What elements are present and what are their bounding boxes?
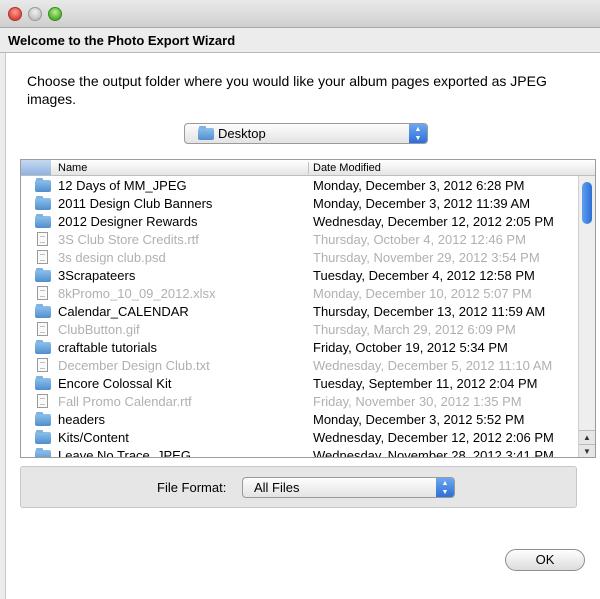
item-date-modified: Thursday, March 29, 2012 6:09 PM	[313, 322, 516, 337]
document-icon	[35, 358, 51, 372]
item-date-modified: Monday, December 3, 2012 11:39 AM	[313, 196, 531, 211]
document-icon	[35, 286, 51, 300]
item-date-modified: Monday, December 10, 2012 5:07 PM	[313, 286, 532, 301]
document-icon	[35, 394, 51, 408]
item-name: 3Scrapateers	[58, 268, 136, 283]
file-row: 8kPromo_10_09_2012.xlsx Monday, December …	[21, 285, 578, 303]
item-name: 2011 Design Club Banners	[58, 196, 213, 211]
window-left-edge	[0, 53, 6, 599]
document-icon	[35, 250, 51, 264]
file-format-panel: File Format: All Files ▲ ▼	[20, 466, 577, 508]
file-row: 3s design club.psd Thursday, November 29,…	[21, 249, 578, 267]
folder-icon	[35, 448, 51, 457]
zoom-window-button[interactable]	[48, 7, 62, 21]
item-date-modified: Thursday, October 4, 2012 12:46 PM	[313, 232, 526, 247]
file-format-label: File Format:	[157, 480, 227, 495]
title-bar	[0, 0, 600, 28]
folder-row[interactable]: Leave No Trace_JPEG Wednesday, November 2…	[21, 447, 578, 457]
location-label: Desktop	[218, 126, 266, 141]
document-icon	[35, 232, 51, 246]
item-date-modified: Friday, November 30, 2012 1:35 PM	[313, 394, 522, 409]
item-date-modified: Monday, December 3, 2012 5:52 PM	[313, 412, 525, 427]
item-date-modified: Tuesday, September 11, 2012 2:04 PM	[313, 376, 538, 391]
vertical-scrollbar[interactable]: ▲ ▼	[578, 176, 595, 457]
scroll-thumb[interactable]	[582, 182, 592, 224]
item-name: headers	[58, 412, 105, 427]
folder-row[interactable]: craftable tutorials Friday, October 19, 2…	[21, 339, 578, 357]
item-date-modified: Monday, December 3, 2012 6:28 PM	[313, 178, 525, 193]
folder-row[interactable]: Encore Colossal Kit Tuesday, September 11…	[21, 375, 578, 393]
name-column-header[interactable]: Name	[58, 160, 87, 176]
file-format-value: All Files	[254, 480, 300, 495]
ok-button[interactable]: OK	[505, 549, 585, 571]
popup-arrows-icon: ▲ ▼	[409, 124, 427, 143]
file-browser[interactable]: Name Date Modified 12 Days of MM_JPEG Mon…	[20, 159, 596, 458]
item-name: Leave No Trace_JPEG	[58, 448, 191, 457]
item-name: 8kPromo_10_09_2012.xlsx	[58, 286, 216, 301]
file-row: ClubButton.gif Thursday, March 29, 2012 6…	[21, 321, 578, 339]
item-name: Fall Promo Calendar.rtf	[58, 394, 192, 409]
scroll-down-arrow-icon[interactable]: ▼	[579, 444, 595, 457]
folder-icon	[35, 178, 51, 192]
folder-icon	[198, 126, 214, 140]
item-name: 3S Club Store Credits.rtf	[58, 232, 199, 247]
item-date-modified: Friday, October 19, 2012 5:34 PM	[313, 340, 508, 355]
file-row: December Design Club.txt Wednesday, Decem…	[21, 357, 578, 375]
popup-arrows-icon: ▲ ▼	[436, 478, 454, 497]
folder-icon	[35, 196, 51, 210]
column-separator	[308, 162, 309, 174]
folder-row[interactable]: Kits/Content Wednesday, December 12, 2012…	[21, 429, 578, 447]
wizard-heading: Welcome to the Photo Export Wizard	[0, 28, 600, 53]
item-date-modified: Thursday, November 29, 2012 3:54 PM	[313, 250, 540, 265]
document-icon	[35, 322, 51, 336]
folder-icon	[35, 376, 51, 390]
folder-icon	[35, 214, 51, 228]
item-name: Encore Colossal Kit	[58, 376, 172, 391]
item-name: 12 Days of MM_JPEG	[58, 178, 187, 193]
file-row: 3S Club Store Credits.rtf Thursday, Octob…	[21, 231, 578, 249]
item-name: ClubButton.gif	[58, 322, 140, 337]
folder-icon	[35, 430, 51, 444]
folder-row[interactable]: Calendar_CALENDAR Thursday, December 13, …	[21, 303, 578, 321]
item-name: craftable tutorials	[58, 340, 157, 355]
column-header: Name Date Modified	[21, 160, 595, 176]
file-row: Fall Promo Calendar.rtf Friday, November …	[21, 393, 578, 411]
folder-icon	[35, 340, 51, 354]
folder-icon	[35, 412, 51, 426]
item-date-modified: Wednesday, December 12, 2012 2:06 PM	[313, 430, 554, 445]
item-name: 3s design club.psd	[58, 250, 166, 265]
item-name: 2012 Designer Rewards	[58, 214, 198, 229]
item-name: Kits/Content	[58, 430, 129, 445]
folder-row[interactable]: headers Monday, December 3, 2012 5:52 PM	[21, 411, 578, 429]
folder-icon	[35, 304, 51, 318]
item-date-modified: Wednesday, December 5, 2012 11:10 AM	[313, 358, 553, 373]
file-list: 12 Days of MM_JPEG Monday, December 3, 20…	[21, 177, 578, 457]
folder-row[interactable]: 2011 Design Club Banners Monday, December…	[21, 195, 578, 213]
location-popup[interactable]: Desktop ▲ ▼	[184, 123, 428, 144]
item-date-modified: Tuesday, December 4, 2012 12:58 PM	[313, 268, 535, 283]
folder-icon	[35, 268, 51, 282]
item-date-modified: Thursday, December 13, 2012 11:59 AM	[313, 304, 546, 319]
item-date-modified: Wednesday, November 28, 2012 3:41 PM	[313, 448, 554, 457]
close-window-button[interactable]	[8, 7, 22, 21]
scroll-up-arrow-icon[interactable]: ▲	[579, 430, 595, 444]
item-name: December Design Club.txt	[58, 358, 210, 373]
folder-row[interactable]: 2012 Designer Rewards Wednesday, December…	[21, 213, 578, 231]
date-column-header[interactable]: Date Modified	[313, 160, 381, 176]
item-name: Calendar_CALENDAR	[58, 304, 189, 319]
instructions-text: Choose the output folder where you would…	[27, 73, 547, 107]
file-format-select[interactable]: All Files ▲ ▼	[242, 477, 455, 498]
minimize-window-button[interactable]	[28, 7, 42, 21]
folder-row[interactable]: 3Scrapateers Tuesday, December 4, 2012 12…	[21, 267, 578, 285]
item-date-modified: Wednesday, December 12, 2012 2:05 PM	[313, 214, 554, 229]
folder-row[interactable]: 12 Days of MM_JPEG Monday, December 3, 20…	[21, 177, 578, 195]
sort-column-indicator[interactable]	[21, 160, 51, 175]
